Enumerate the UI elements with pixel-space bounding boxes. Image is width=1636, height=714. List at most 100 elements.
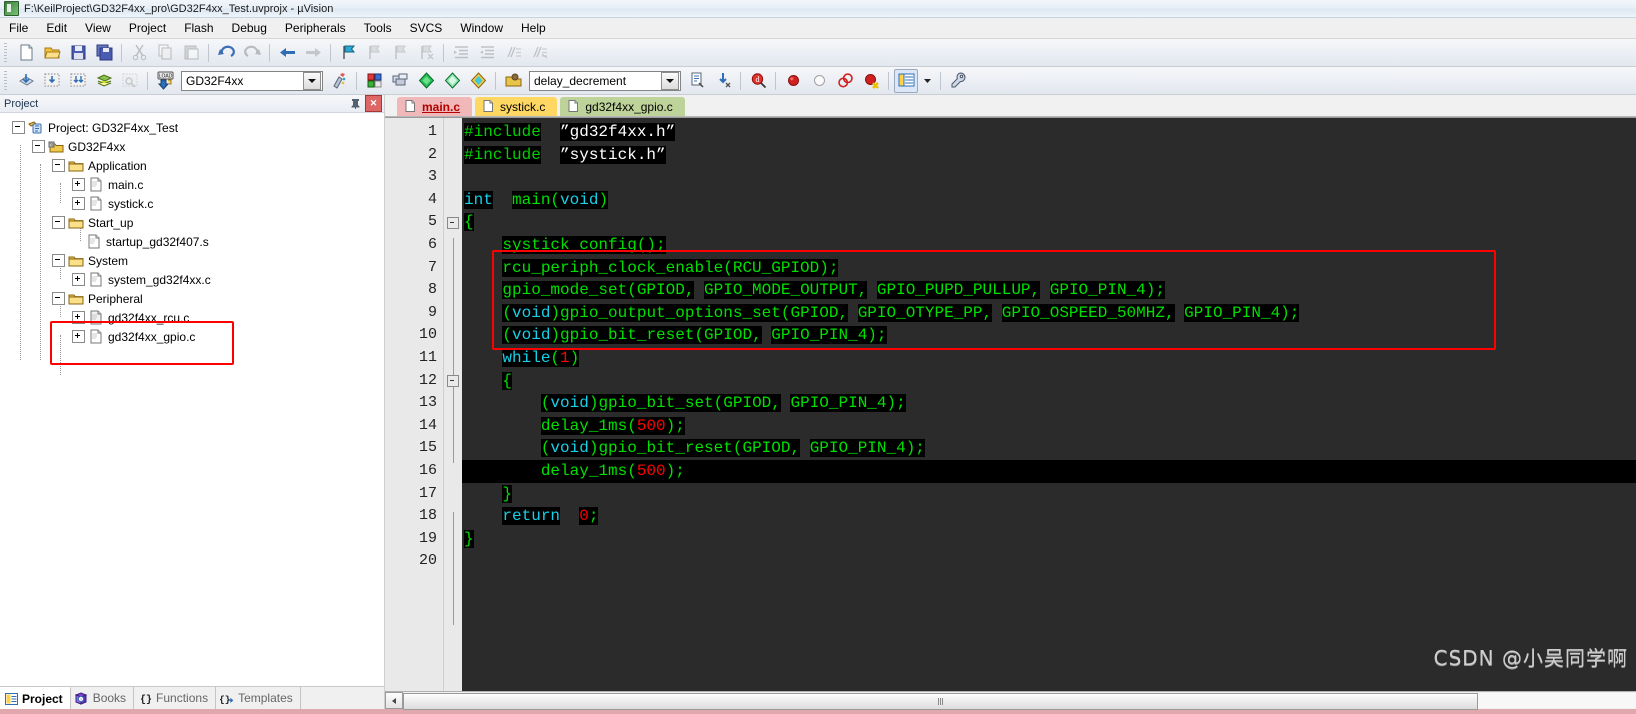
select-software-packs-icon[interactable] [466, 69, 490, 93]
configure-windows-dropdown-icon[interactable] [920, 69, 935, 93]
tree-item-group-application[interactable]: Application [0, 156, 384, 175]
outdent-icon[interactable] [475, 41, 499, 65]
scroll-left-arrow-icon[interactable] [385, 692, 403, 709]
tree-expander[interactable] [72, 197, 85, 210]
bookmark-clear-icon[interactable] [414, 41, 438, 65]
close-icon[interactable]: ✕ [365, 95, 382, 112]
find-in-files-icon[interactable]: d [746, 69, 770, 93]
insert-template-icon[interactable] [711, 69, 735, 93]
pane-tab-books[interactable]: ? Books [71, 687, 135, 709]
goto-definition-icon[interactable] [685, 69, 709, 93]
stop-build-icon[interactable] [118, 69, 142, 93]
menu-tools[interactable]: Tools [355, 19, 401, 37]
insert-breakpoint-icon[interactable] [781, 69, 805, 93]
pack-installer-icon[interactable] [414, 69, 438, 93]
menu-help[interactable]: Help [512, 19, 555, 37]
menu-edit[interactable]: Edit [37, 19, 76, 37]
tree-item-project[interactable]: Project: GD32F4xx_Test [0, 118, 384, 137]
navigate-back-icon[interactable] [275, 41, 299, 65]
menu-svcs[interactable]: SVCS [401, 19, 452, 37]
open-file-browser-icon[interactable] [501, 69, 525, 93]
manage-multi-project-icon[interactable] [388, 69, 412, 93]
tree-expander[interactable] [52, 254, 65, 267]
editor-horizontal-scrollbar[interactable] [385, 691, 1636, 710]
translate-icon[interactable] [14, 69, 38, 93]
batch-build-icon[interactable] [92, 69, 116, 93]
manage-project-items-icon[interactable] [362, 69, 386, 93]
tree-item-group-startup[interactable]: Start_up [0, 213, 384, 232]
menu-window[interactable]: Window [451, 19, 512, 37]
menu-view[interactable]: View [76, 19, 120, 37]
fold-toggle[interactable] [447, 374, 459, 387]
new-file-icon[interactable] [14, 41, 38, 65]
menu-file[interactable]: File [0, 19, 37, 37]
tree-item-group-system[interactable]: System [0, 251, 384, 270]
customize-tools-icon[interactable] [946, 69, 970, 93]
editor-tab-main-c[interactable]: main.c [397, 97, 473, 116]
paste-icon[interactable] [179, 41, 203, 65]
tree-expander[interactable] [52, 159, 65, 172]
editor-tab-gd32f4xx-gpio-c[interactable]: gd32f4xx_gpio.c [560, 97, 685, 116]
editor-window[interactable]: 1 2 3 4 5 6 7 8 9 10 11 12 13 14 15 16 1 [385, 117, 1636, 691]
redo-icon[interactable] [240, 41, 264, 65]
menu-project[interactable]: Project [120, 19, 175, 37]
menu-debug[interactable]: Debug [223, 19, 276, 37]
menu-flash[interactable]: Flash [175, 19, 222, 37]
tree-expander[interactable] [12, 121, 25, 134]
tree-expander[interactable] [52, 292, 65, 305]
tree-item-file-systick-c[interactable]: systick.c [0, 194, 384, 213]
manage-run-time-env-icon[interactable] [440, 69, 464, 93]
uncomment-icon[interactable] [527, 41, 551, 65]
tree-expander[interactable] [32, 140, 45, 153]
menu-peripherals[interactable]: Peripherals [276, 19, 355, 37]
toolbar-grip[interactable] [3, 70, 10, 91]
save-icon[interactable] [66, 41, 90, 65]
target-combo[interactable]: GD32F4xx [181, 70, 323, 91]
kill-all-breakpoints-icon[interactable] [833, 69, 857, 93]
tree-item-group-peripheral[interactable]: Peripheral [0, 289, 384, 308]
rebuild-icon[interactable] [66, 69, 90, 93]
tree-item-file-main-c[interactable]: main.c [0, 175, 384, 194]
download-icon[interactable]: LOAD [153, 69, 177, 93]
fold-toggle[interactable] [447, 216, 459, 229]
pane-tab-project[interactable]: Project [0, 687, 71, 709]
tree-item-file-system-gd32f4xx-c[interactable]: system_gd32f4xx.c [0, 270, 384, 289]
tree-item-file-gd32f4xx-rcu-c[interactable]: gd32f4xx_rcu.c [0, 308, 384, 327]
undo-icon[interactable] [214, 41, 238, 65]
tree-expander[interactable] [72, 311, 85, 324]
editor-folding-margin[interactable] [443, 118, 462, 691]
bookmark-prev-icon[interactable] [362, 41, 386, 65]
navigate-forward-icon[interactable] [301, 41, 325, 65]
pane-tab-templates[interactable]: {} Templates [216, 687, 301, 709]
pin-icon[interactable] [348, 96, 363, 111]
open-file-icon[interactable] [40, 41, 64, 65]
tree-expander[interactable] [72, 330, 85, 343]
comment-icon[interactable] [501, 41, 525, 65]
pane-tab-functions[interactable]: {} Functions [134, 687, 217, 709]
target-options-icon[interactable] [327, 69, 351, 93]
configure-windows-icon[interactable] [894, 68, 918, 93]
project-tree[interactable]: Project: GD32F4xx_Test GD32F4xx Applicat… [0, 113, 384, 686]
bookmark-next-icon[interactable] [388, 41, 412, 65]
function-combo[interactable]: delay_decrement [529, 70, 681, 91]
chevron-down-icon[interactable] [661, 71, 679, 90]
disable-all-breakpoints-icon[interactable] [859, 69, 883, 93]
cut-icon[interactable] [127, 41, 151, 65]
editor-tab-systick-c[interactable]: systick.c [475, 97, 558, 116]
tree-item-file-startup-s[interactable]: startup_gd32f407.s [0, 232, 384, 251]
tree-expander[interactable] [72, 273, 85, 286]
bookmark-toggle-icon[interactable] [336, 41, 360, 65]
save-all-icon[interactable] [92, 41, 116, 65]
code-content[interactable]: #include ”gd32f4xx.h” #include ”systick.… [462, 118, 1636, 691]
toolbar-grip[interactable] [3, 42, 10, 63]
scrollbar-thumb[interactable] [403, 693, 1478, 710]
tree-expander[interactable] [52, 216, 65, 229]
indent-icon[interactable] [449, 41, 473, 65]
disable-breakpoint-icon[interactable] [807, 69, 831, 93]
chevron-down-icon[interactable] [303, 71, 321, 90]
build-icon[interactable] [40, 69, 64, 93]
tree-item-target[interactable]: GD32F4xx [0, 137, 384, 156]
tree-expander[interactable] [72, 178, 85, 191]
copy-icon[interactable] [153, 41, 177, 65]
tree-item-file-gd32f4xx-gpio-c[interactable]: gd32f4xx_gpio.c [0, 327, 384, 346]
